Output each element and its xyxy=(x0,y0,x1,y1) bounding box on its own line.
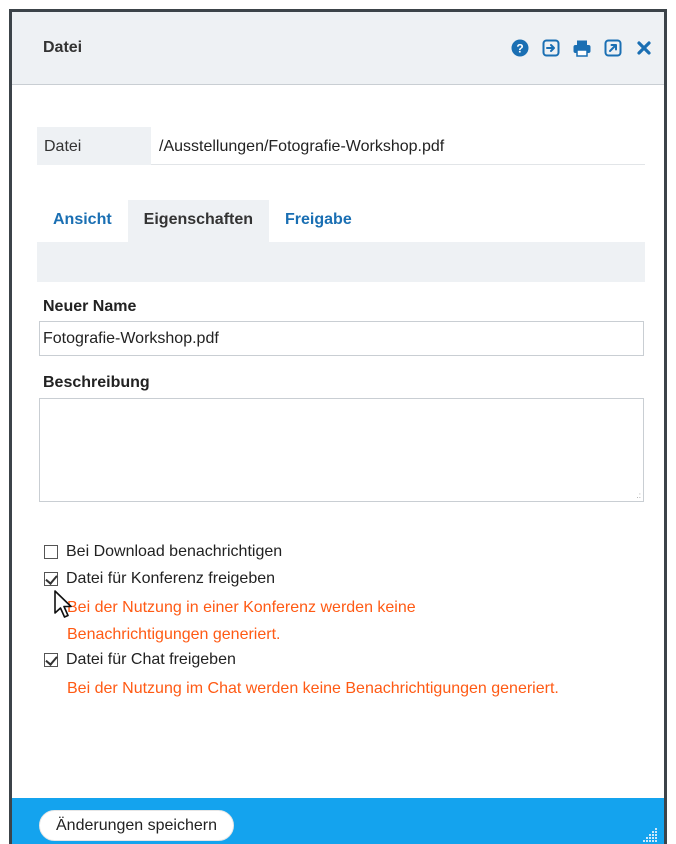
name-input[interactable] xyxy=(39,321,644,356)
chat-warning: Bei der Nutzung im Chat werden keine Ben… xyxy=(67,675,559,702)
footer-bar: Änderungen speichern xyxy=(12,798,664,844)
checkbox-download-notify[interactable] xyxy=(44,545,58,559)
close-icon[interactable] xyxy=(634,38,654,58)
name-label: Neuer Name xyxy=(43,298,137,315)
file-label: Datei xyxy=(37,127,151,165)
option-conference-share[interactable]: Datei für Konferenz freigeben xyxy=(44,570,275,588)
option-chat-share[interactable]: Datei für Chat freigeben xyxy=(44,651,236,669)
tab-ansicht[interactable]: Ansicht xyxy=(37,200,128,242)
print-icon[interactable] xyxy=(572,38,592,58)
resize-handle-icon[interactable]: .: xyxy=(637,492,641,500)
open-external-icon[interactable] xyxy=(603,38,623,58)
mouse-pointer-icon xyxy=(54,590,72,618)
resize-grip-icon[interactable] xyxy=(642,827,658,843)
exit-icon[interactable] xyxy=(541,38,561,58)
checkbox-conference-share[interactable] xyxy=(44,572,58,586)
option-label: Bei Download benachrichtigen xyxy=(66,543,283,560)
conference-warning: Bei der Nutzung in einer Konferenz werde… xyxy=(67,594,416,648)
file-dialog: Datei ? Datei /Ausstellungen/Fotografie-… xyxy=(9,9,667,844)
tab-freigabe[interactable]: Freigabe xyxy=(269,200,368,242)
svg-text:?: ? xyxy=(516,42,523,56)
description-textarea[interactable]: .: xyxy=(39,398,644,502)
dialog-title: Datei xyxy=(43,39,83,56)
file-path-row: Datei /Ausstellungen/Fotografie-Workshop… xyxy=(37,127,645,165)
warning-line: Benachrichtigungen generiert. xyxy=(67,626,281,643)
tab-eigenschaften[interactable]: Eigenschaften xyxy=(127,200,270,242)
tab-bar: Ansicht Eigenschaften Freigabe xyxy=(37,200,645,282)
file-path: /Ausstellungen/Fotografie-Workshop.pdf xyxy=(159,138,445,155)
save-button[interactable]: Änderungen speichern xyxy=(39,810,235,841)
toolbar: ? xyxy=(510,38,654,58)
checkbox-chat-share[interactable] xyxy=(44,653,58,667)
option-label: Datei für Konferenz freigeben xyxy=(66,570,276,587)
description-label: Beschreibung xyxy=(43,374,150,391)
tab-panel-header xyxy=(37,242,645,282)
option-download-notify[interactable]: Bei Download benachrichtigen xyxy=(44,543,282,561)
warning-line: Bei der Nutzung in einer Konferenz werde… xyxy=(67,599,416,616)
warning-line: Bei der Nutzung im Chat werden keine Ben… xyxy=(67,680,559,697)
help-icon[interactable]: ? xyxy=(510,38,530,58)
title-bar: Datei ? xyxy=(12,12,664,85)
option-label: Datei für Chat freigeben xyxy=(66,651,236,668)
